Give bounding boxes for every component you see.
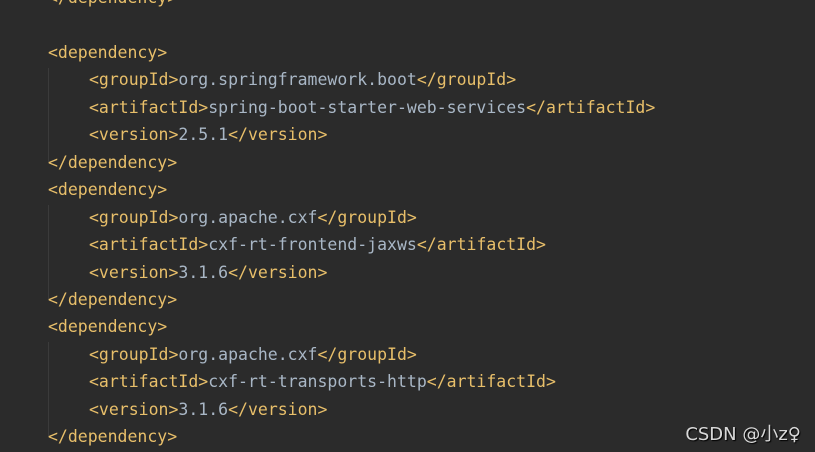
xml-open-tag: <artifactId> xyxy=(89,235,209,255)
xml-open-tag: <artifactId> xyxy=(89,372,209,392)
xml-text: org.apache.cxf xyxy=(178,207,318,227)
code-line[interactable]: <dependency> xyxy=(48,313,167,341)
xml-open-tag: <version> xyxy=(89,399,179,419)
code-line[interactable]: <groupId>org.apache.cxf</groupId> xyxy=(89,341,417,369)
code-line[interactable]: <dependency> xyxy=(48,39,167,67)
xml-text: cxf-rt-frontend-jaxws xyxy=(208,235,417,255)
code-line[interactable]: <version>3.1.6</version> xyxy=(89,396,327,424)
code-editor[interactable]: </dependency><dependency><groupId>org.sp… xyxy=(0,0,815,452)
xml-open-tag: <groupId> xyxy=(89,207,179,227)
code-line[interactable]: <dependency> xyxy=(48,176,167,204)
xml-close-tag: </groupId> xyxy=(416,70,517,90)
xml-text: cxf-rt-transports-http xyxy=(208,372,427,392)
xml-close-tag: </artifactId> xyxy=(426,372,556,392)
xml-close-tag: </version> xyxy=(228,399,328,419)
xml-text: 2.5.1 xyxy=(178,125,229,145)
xml-open-tag: </dependency> xyxy=(48,289,178,309)
xml-open-tag: <dependency> xyxy=(48,42,168,62)
xml-close-tag: </artifactId> xyxy=(416,235,546,255)
xml-open-tag: <version> xyxy=(89,125,179,145)
xml-text: org.apache.cxf xyxy=(178,344,318,364)
code-line[interactable]: <artifactId>cxf-rt-transports-http</arti… xyxy=(89,368,556,396)
xml-text: spring-boot-starter-web-services xyxy=(208,97,527,117)
xml-open-tag: </dependency> xyxy=(48,0,177,7)
xml-open-tag: <dependency> xyxy=(48,317,168,337)
xml-open-tag: <version> xyxy=(89,262,179,282)
xml-open-tag: <groupId> xyxy=(89,344,179,364)
xml-open-tag: <groupId> xyxy=(89,70,179,90)
code-line[interactable]: </dependency> xyxy=(48,423,177,451)
code-line[interactable]: <version>2.5.1</version> xyxy=(89,121,327,149)
xml-close-tag: </groupId> xyxy=(317,207,417,227)
code-line[interactable]: </dependency> xyxy=(48,0,177,12)
code-line[interactable]: </dependency> xyxy=(48,286,177,314)
code-line[interactable]: <groupId>org.apache.cxf</groupId> xyxy=(89,204,417,232)
xml-close-tag: </groupId> xyxy=(317,344,417,364)
code-line[interactable]: <groupId>org.springframework.boot</group… xyxy=(89,66,516,94)
xml-text: 3.1.6 xyxy=(178,399,229,419)
xml-close-tag: </version> xyxy=(228,262,328,282)
xml-text: 3.1.6 xyxy=(178,262,229,282)
xml-open-tag: </dependency> xyxy=(48,152,178,172)
code-line[interactable]: </dependency> xyxy=(48,149,177,177)
xml-open-tag: <artifactId> xyxy=(89,97,209,117)
code-line[interactable]: <artifactId>cxf-rt-frontend-jaxws</artif… xyxy=(89,231,546,259)
xml-text: org.springframework.boot xyxy=(178,70,417,90)
xml-close-tag: </artifactId> xyxy=(526,97,656,117)
watermark: CSDN @小z♀ xyxy=(685,424,801,445)
code-line[interactable]: <version>3.1.6</version> xyxy=(89,259,327,287)
code-line[interactable]: <artifactId>spring-boot-starter-web-serv… xyxy=(89,94,655,122)
xml-close-tag: </version> xyxy=(228,125,328,145)
xml-open-tag: <dependency> xyxy=(48,180,168,200)
xml-open-tag: </dependency> xyxy=(48,427,178,447)
